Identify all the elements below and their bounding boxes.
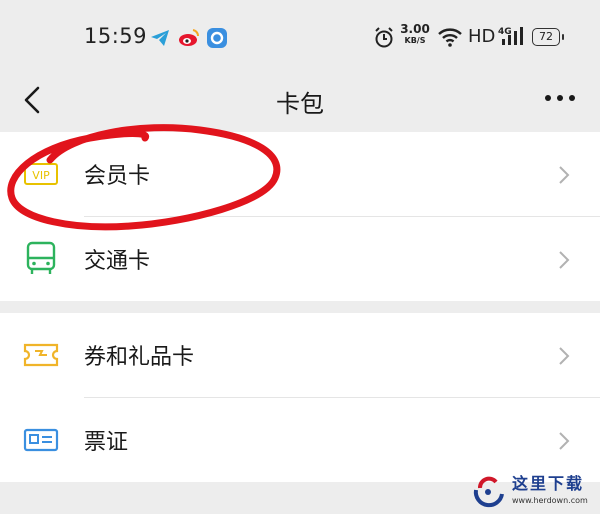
vip-card-icon: VIP [24, 163, 58, 185]
svg-text:VIP: VIP [32, 169, 50, 182]
list-item-transit-card[interactable]: 交通卡 [0, 217, 600, 301]
id-card-icon [23, 428, 59, 452]
list-item-coupons-gift-cards[interactable]: 券和礼品卡 [0, 313, 600, 397]
network-speed: 3.00 KB/S [400, 22, 430, 46]
network-speed-value: 3.00 [400, 22, 430, 36]
page-title: 卡包 [276, 90, 324, 118]
more-icon[interactable] [540, 88, 580, 108]
chevron-right-icon [559, 166, 570, 184]
list-item-label: 票证 [84, 430, 129, 455]
watermark: 这里下载 www.herdown.com [466, 466, 600, 514]
list-item-label: 会员卡 [84, 164, 151, 189]
status-bar: 15:59 3.00 KB/S HD 4G 72 [0, 0, 600, 74]
weibo-icon [179, 29, 200, 46]
list-item-label: 券和礼品卡 [84, 345, 195, 370]
title-bar: 卡包 [0, 74, 600, 132]
watermark-url: www.herdown.com [512, 496, 588, 505]
chevron-right-icon [559, 347, 570, 365]
telegram-icon [151, 30, 169, 46]
watermark-brand: 这里下载 [512, 474, 585, 493]
alarm-icon [375, 27, 393, 48]
battery-indicator: 72 [532, 28, 564, 46]
bus-icon [26, 241, 56, 274]
signal-icon: 4G [498, 27, 523, 45]
network-speed-unit: KB/S [404, 36, 426, 45]
ticket-icon [23, 343, 59, 367]
card-group-1: VIP 会员卡 交通卡 [0, 132, 600, 301]
app-circle-icon [207, 28, 227, 48]
card-group-2: 券和礼品卡 票证 [0, 313, 600, 482]
status-time: 15:59 [84, 24, 148, 48]
list-item-membership-card[interactable]: VIP 会员卡 [0, 132, 600, 216]
list-item-label: 交通卡 [84, 249, 151, 274]
chevron-right-icon [559, 432, 570, 450]
hd-indicator: HD [468, 26, 496, 47]
chevron-right-icon [559, 251, 570, 269]
watermark-logo-icon [473, 476, 504, 508]
wifi-icon [438, 28, 462, 47]
